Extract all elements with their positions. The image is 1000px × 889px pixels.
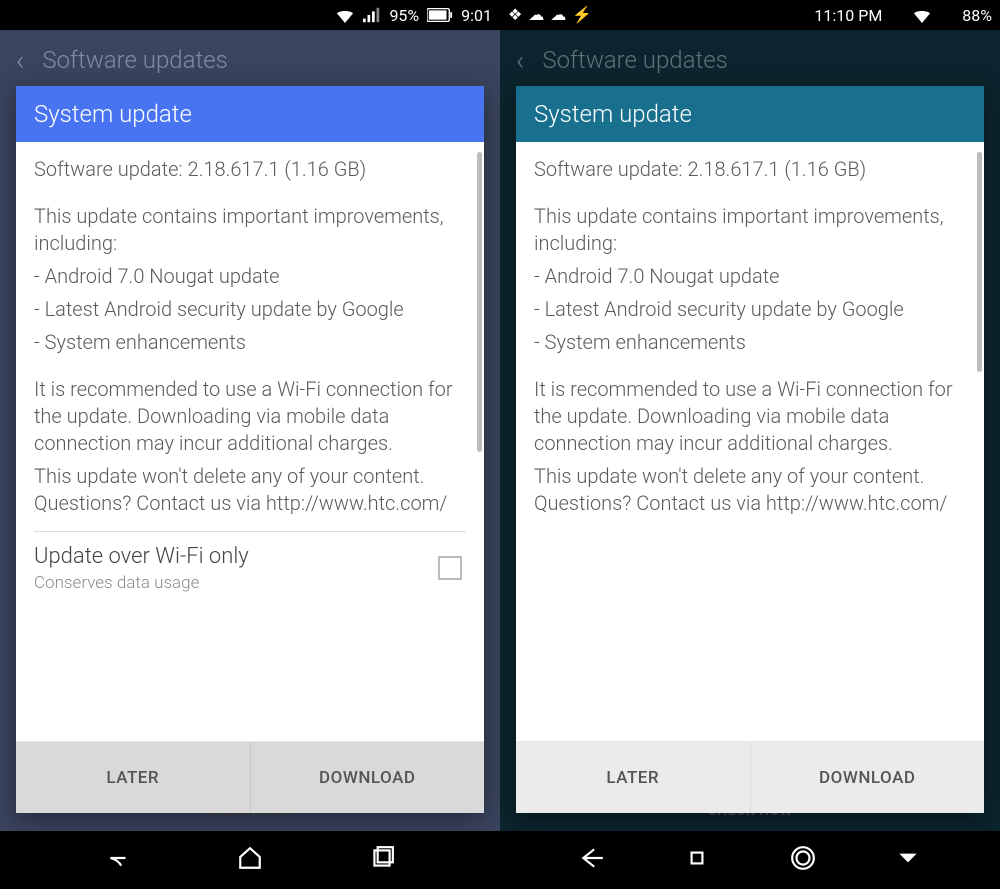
notif-icon: ❖ <box>508 7 522 23</box>
nav-back-icon[interactable] <box>106 845 132 875</box>
update-intro: This update contains important improveme… <box>534 203 966 257</box>
dialog-button-row: LATER DOWNLOAD <box>516 741 984 813</box>
nav-home-icon[interactable] <box>684 845 710 875</box>
scrollbar-thumb[interactable] <box>477 152 482 452</box>
clock: 9:01 <box>461 6 492 25</box>
dialog-button-row: LATER DOWNLOAD <box>16 741 484 813</box>
nav-home-icon[interactable] <box>237 845 263 875</box>
dialog-title: System update <box>34 100 192 128</box>
later-button[interactable]: LATER <box>516 742 750 813</box>
wifi-only-option[interactable]: Update over Wi-Fi only Conserves data us… <box>34 532 466 607</box>
download-button[interactable]: DOWNLOAD <box>250 742 485 813</box>
dialog-body[interactable]: Software update: 2.18.617.1 (1.16 GB) Th… <box>516 142 984 741</box>
battery-icon <box>427 8 453 22</box>
later-button[interactable]: LATER <box>16 742 250 813</box>
nav-recent-icon[interactable] <box>369 845 395 875</box>
update-version: Software update: 2.18.617.1 (1.16 GB) <box>534 156 966 183</box>
bullet-1: - Android 7.0 Nougat update <box>34 263 466 290</box>
wifi-only-checkbox[interactable] <box>438 556 462 580</box>
recommend-text: It is recommended to use a Wi-Fi connect… <box>534 376 966 457</box>
navigation-bar <box>0 831 500 889</box>
bullet-3: - System enhancements <box>34 329 466 356</box>
scrollbar-thumb[interactable] <box>977 152 982 372</box>
note-text: This update won't delete any of your con… <box>34 463 466 517</box>
battery-level: 88% <box>962 6 992 25</box>
status-bar: ❖ ☁ ☁ ⚡ 11:10 PM 88% <box>500 0 1000 30</box>
dialog-title: System update <box>534 100 692 128</box>
clock: 11:10 PM <box>814 6 882 25</box>
nav-recent-icon[interactable] <box>790 845 816 875</box>
dialog-title-bar: System update <box>516 86 984 142</box>
nav-back-icon[interactable] <box>579 845 605 875</box>
navigation-bar <box>500 831 1000 889</box>
wifi-only-title: Update over Wi-Fi only <box>34 542 430 572</box>
status-bar: 95% 9:01 <box>0 0 500 30</box>
wifi-only-subtitle: Conserves data usage <box>34 572 430 595</box>
update-intro: This update contains important improveme… <box>34 203 466 257</box>
wifi-icon <box>335 7 355 23</box>
note-text: This update won't delete any of your con… <box>534 463 966 517</box>
phone-left: 95% 9:01 ‹ Software updates CHECK NOW Sy… <box>0 0 500 889</box>
dialog-title-bar: System update <box>16 86 484 142</box>
system-update-dialog: System update Software update: 2.18.617.… <box>516 86 984 813</box>
bullet-2: - Latest Android security update by Goog… <box>534 296 966 323</box>
bullet-1: - Android 7.0 Nougat update <box>534 263 966 290</box>
nav-expand-icon[interactable] <box>895 845 921 875</box>
signal-icon <box>363 7 381 23</box>
wifi-icon <box>912 7 932 23</box>
bolt-icon: ⚡ <box>572 7 592 23</box>
notif-icon: ☁ <box>528 7 544 23</box>
dialog-body[interactable]: Software update: 2.18.617.1 (1.16 GB) Th… <box>16 142 484 741</box>
recommend-text: It is recommended to use a Wi-Fi connect… <box>34 376 466 457</box>
download-button[interactable]: DOWNLOAD <box>750 742 985 813</box>
bullet-3: - System enhancements <box>534 329 966 356</box>
update-version: Software update: 2.18.617.1 (1.16 GB) <box>34 156 466 183</box>
bullet-2: - Latest Android security update by Goog… <box>34 296 466 323</box>
system-update-dialog: System update Software update: 2.18.617.… <box>16 86 484 813</box>
phone-right: ❖ ☁ ☁ ⚡ 11:10 PM 88% ‹ Software updates … <box>500 0 1000 889</box>
battery-level: 95% <box>389 6 419 25</box>
notif-icon: ☁ <box>550 7 566 23</box>
